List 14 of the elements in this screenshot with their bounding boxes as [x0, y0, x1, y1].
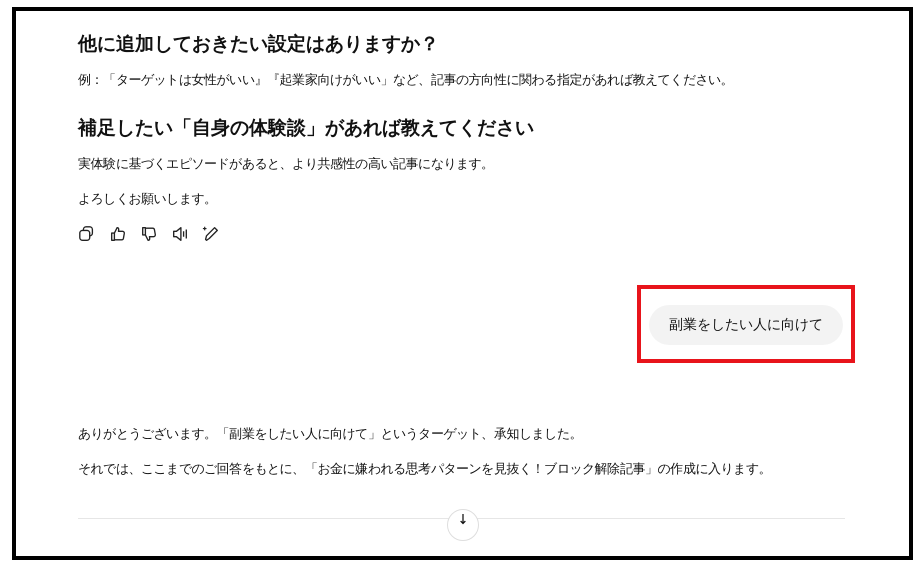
thumbs-down-icon[interactable]: [140, 225, 158, 243]
message-text: ありがとうございます。「副業をしたい人に向けて」というターゲット、承知しました。: [78, 426, 584, 443]
arrow-down-icon: [458, 514, 466, 525]
message-text: よろしくお願いします。: [78, 191, 218, 208]
message-text: 実体験に基づくエピソードがあると、より共感性の高い記事になります。: [78, 156, 495, 173]
user-message: 副業をしたい人に向けて: [649, 305, 843, 345]
section-heading: 他に追加しておきたい設定はありますか？: [78, 32, 440, 57]
copy-icon[interactable]: [78, 225, 96, 243]
edit-icon[interactable]: [202, 225, 220, 243]
message-text: 例：「ターゲットは女性がいい』『起業家向けがいい」など、記事の方向性に関わる指定があれば教えてください。: [78, 72, 734, 89]
section-heading: 補足したい「自身の体験談」があれば教えてください: [78, 116, 535, 141]
thumbs-up-icon[interactable]: [109, 225, 127, 243]
message-text: それでは、ここまでのご回答をもとに、「お金に嫌われる思考パターンを見抜く！ブロック解除記事」の作成に入ります。: [78, 461, 772, 478]
speaker-icon[interactable]: [171, 225, 189, 243]
